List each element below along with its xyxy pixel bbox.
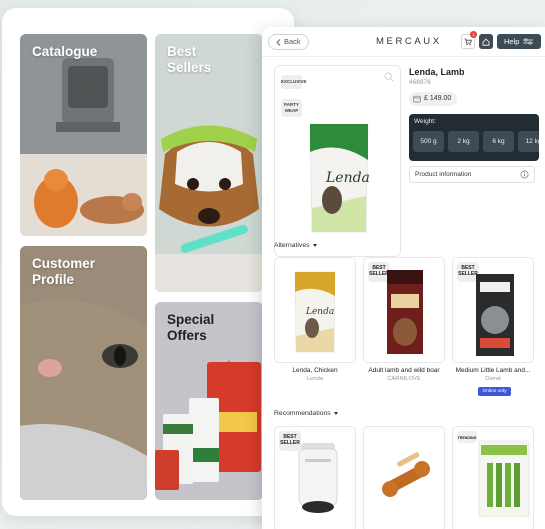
dental-sticks-image (478, 440, 530, 517)
online-only-tag: Online only (478, 387, 511, 396)
product-information-row[interactable]: Product information (409, 166, 535, 183)
help-button-label: Help (504, 37, 520, 46)
trending-badge: TRENDING (457, 431, 477, 443)
bag-brand-text: Lenda (325, 170, 370, 186)
alternative-3-brand: Owrat (485, 376, 501, 382)
weight-option-6kg[interactable]: 6 kg (483, 131, 514, 152)
tile-customer-profile-label: Customer Profile (32, 256, 96, 287)
recommendations-header[interactable]: Recommendations (274, 410, 338, 417)
price-tag: £ 149.00 (409, 92, 457, 106)
bag-brand-text-2: Lenda (305, 307, 334, 317)
back-button-label: Back (284, 37, 301, 46)
back-button[interactable]: Back (268, 34, 309, 50)
owrat-bag (476, 274, 514, 356)
brand-logo: MERCAUX (376, 36, 442, 47)
lenda-chicken-bag: Lenda (294, 271, 336, 353)
product-sku: 468976 (409, 79, 431, 86)
help-button[interactable]: Help (497, 34, 541, 49)
product-image-frame[interactable]: EXCLUSIVE PARTY WEAP Lenda (274, 65, 401, 257)
weight-label: Weight: (414, 118, 436, 125)
alternative-card-2[interactable]: BEST SELLER (363, 257, 445, 363)
price-tag-icon (413, 95, 421, 103)
weight-option-500g[interactable]: 500 g (413, 131, 444, 152)
product-detail-window: Back MERCAUX 1 Help EXCLUSIVE PARTY WEAP… (262, 27, 545, 529)
dog-chew-toy-image (382, 452, 430, 497)
catalogue-photo (20, 34, 147, 236)
home-button[interactable] (479, 34, 493, 49)
caret-down-icon (333, 412, 338, 415)
recommendation-card-3[interactable]: TRENDING (452, 426, 534, 529)
weight-option-2kg[interactable]: 2 kg (448, 131, 479, 152)
cart-button[interactable]: 1 (461, 31, 477, 49)
tile-best-sellers[interactable]: Best Sellers (155, 34, 263, 292)
alternative-1-name: Lenda, Chicken (292, 367, 338, 374)
lenda-bag-image: Lenda (309, 123, 370, 233)
weight-option-12kg[interactable]: 12 kg (518, 131, 539, 152)
alternative-2-name: Adult lamb and wild boar (368, 367, 440, 374)
product-information-label: Product information (415, 171, 472, 178)
info-icon (520, 170, 529, 179)
pet-feeder-image (298, 443, 338, 513)
price-value: £ 149.00 (424, 95, 452, 102)
product-name: Lenda, Lamb (409, 67, 465, 77)
chevron-left-icon (276, 38, 281, 46)
alternatives-header[interactable]: Alternatives (274, 242, 317, 249)
alternative-card-1[interactable]: Lenda (274, 257, 356, 363)
alternative-3-name: Medium Little Lamb and... (455, 367, 531, 374)
tile-special-offers-label: Special Offers (167, 312, 215, 343)
caret-down-icon (312, 244, 317, 247)
alternative-1-brand: Lenda (306, 376, 324, 382)
recommendation-card-2[interactable] (363, 426, 445, 529)
tile-catalogue-label: Catalogue (32, 44, 98, 59)
cart-icon (464, 38, 472, 45)
tile-best-sellers-label: Best Sellers (167, 44, 212, 75)
zoom-icon[interactable] (384, 72, 394, 82)
exclusive-badge: EXCLUSIVE (281, 75, 307, 89)
recommendation-card-1[interactable]: BEST SELLER (274, 426, 356, 529)
alternative-card-3[interactable]: BEST SELLER (452, 257, 534, 363)
tile-special-offers[interactable]: Special Offers (155, 302, 263, 500)
settings-sliders-icon (523, 38, 534, 45)
party-weap-badge: PARTY WEAP (281, 99, 302, 117)
party-weap-line2: WEAP (284, 107, 299, 113)
home-icon (482, 38, 490, 46)
alternative-2-brand: CARNILOVE (387, 376, 421, 382)
carnilove-bag (387, 270, 423, 354)
top-bar: Back MERCAUX 1 Help (262, 27, 545, 57)
weight-selector: Weight: 500 g 2 kg 6 kg 12 kg (409, 114, 539, 161)
alternatives-title: Alternatives (274, 242, 310, 249)
cart-count-badge: 1 (470, 31, 477, 38)
party-weap-line1: PARTY (284, 102, 299, 107)
recommendations-title: Recommendations (274, 410, 331, 417)
tile-customer-profile[interactable]: Customer Profile (20, 246, 147, 500)
tile-catalogue[interactable]: Catalogue (20, 34, 147, 236)
